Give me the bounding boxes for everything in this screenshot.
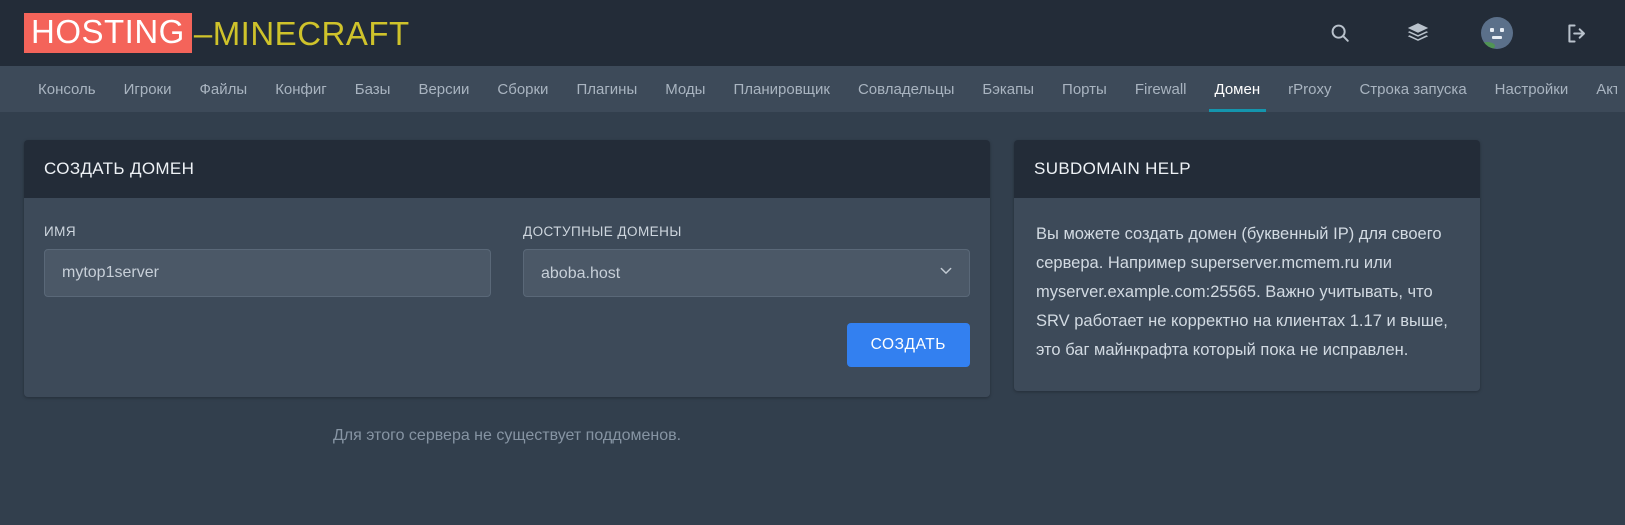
nav-item-mods[interactable]: Моды (651, 66, 719, 112)
subdomain-help-title: SUBDOMAIN HELP (1014, 140, 1480, 198)
nav-item-backups[interactable]: Бэкапы (968, 66, 1048, 112)
search-icon[interactable] (1325, 18, 1355, 48)
subdomain-help-text: Вы можете создать домен (буквенный IP) д… (1036, 225, 1448, 359)
name-input[interactable] (44, 249, 491, 297)
layers-icon[interactable] (1403, 18, 1433, 48)
nav-item-console[interactable]: Консоль (24, 66, 110, 112)
nav-item-files[interactable]: Файлы (186, 66, 262, 112)
create-domain-actions: СОЗДАТЬ (24, 297, 990, 397)
nav-item-firewall[interactable]: Firewall (1121, 66, 1201, 112)
nav-item-config[interactable]: Конфиг (261, 66, 341, 112)
nav-item-builds[interactable]: Сборки (483, 66, 562, 112)
nav-item-players[interactable]: Игроки (110, 66, 186, 112)
nav-item-ports[interactable]: Порты (1048, 66, 1121, 112)
nav-item-startup-line[interactable]: Строка запуска (1345, 66, 1480, 112)
domains-field-group: ДОСТУПНЫЕ ДОМЕНЫ aboba.host (523, 224, 970, 297)
top-bar-actions (1325, 17, 1591, 49)
nav-item-settings[interactable]: Настройки (1481, 66, 1583, 112)
page-root: HOSTING –MINECRAFT Консоль Игроки Файлы … (0, 0, 1625, 525)
nav-item-domain[interactable]: Домен (1201, 66, 1275, 112)
nav-item-rproxy[interactable]: rProxy (1274, 66, 1345, 112)
nav-item-databases[interactable]: Базы (341, 66, 405, 112)
subdomain-help-card: SUBDOMAIN HELP Вы можете создать домен (… (1014, 140, 1480, 391)
create-domain-title: СОЗДАТЬ ДОМЕН (24, 140, 990, 198)
right-edge-navbar-segment (1617, 66, 1625, 112)
right-column: SUBDOMAIN HELP Вы можете создать домен (… (1014, 140, 1480, 391)
right-edge-gutter (1617, 0, 1625, 525)
create-domain-form: ИМЯ ДОСТУПНЫЕ ДОМЕНЫ aboba.host (24, 198, 990, 297)
nav-item-scheduler[interactable]: Планировщик (719, 66, 843, 112)
nav-item-versions[interactable]: Версии (404, 66, 483, 112)
domains-select[interactable]: aboba.host (523, 249, 970, 297)
left-column: СОЗДАТЬ ДОМЕН ИМЯ ДОСТУПНЫЕ ДОМЕНЫ aboba… (24, 140, 990, 445)
domains-label: ДОСТУПНЫЕ ДОМЕНЫ (523, 224, 682, 239)
avatar-eye-right (1500, 28, 1504, 32)
avatar-mouth (1492, 36, 1502, 39)
avatar-accent (1481, 42, 1495, 49)
no-subdomains-note: Для этого сервера не существует поддомен… (332, 427, 682, 444)
avatar[interactable] (1481, 17, 1513, 49)
nav-item-plugins[interactable]: Плагины (562, 66, 651, 112)
domains-select-wrapper: aboba.host (523, 249, 970, 297)
nav-item-co-owners[interactable]: Совладельцы (844, 66, 968, 112)
logout-icon[interactable] (1561, 18, 1591, 48)
brand-logo-highlight: HOSTING (24, 13, 192, 53)
content-area: СОЗДАТЬ ДОМЕН ИМЯ ДОСТУПНЫЕ ДОМЕНЫ aboba… (0, 112, 1625, 445)
main-nav: Консоль Игроки Файлы Конфиг Базы Версии … (0, 66, 1625, 112)
create-domain-card: СОЗДАТЬ ДОМЕН ИМЯ ДОСТУПНЫЕ ДОМЕНЫ aboba… (24, 140, 990, 397)
create-button[interactable]: СОЗДАТЬ (846, 323, 970, 367)
brand-logo-rest: –MINECRAFT (193, 14, 410, 52)
subdomain-help-body: Вы можете создать домен (буквенный IP) д… (1014, 198, 1480, 391)
name-label: ИМЯ (44, 224, 77, 239)
brand-logo[interactable]: HOSTING –MINECRAFT (24, 13, 410, 53)
right-edge-topbar-segment (1617, 0, 1625, 66)
create-domain-body: ИМЯ ДОСТУПНЫЕ ДОМЕНЫ aboba.host (24, 198, 990, 397)
name-field-group: ИМЯ (44, 224, 491, 297)
avatar-eye-left (1490, 28, 1494, 32)
top-bar: HOSTING –MINECRAFT (0, 0, 1625, 66)
